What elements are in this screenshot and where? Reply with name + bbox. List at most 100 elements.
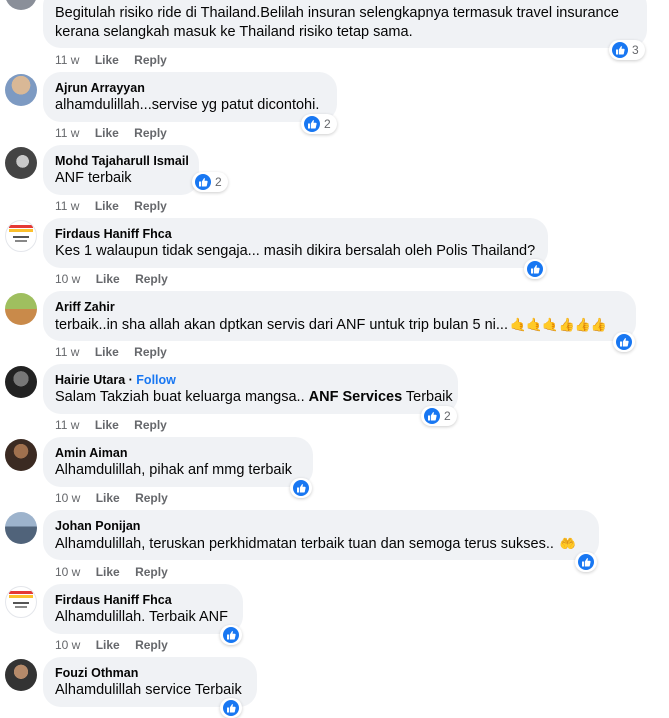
- logo-icon: [9, 591, 33, 608]
- reaction-summary[interactable]: 2: [301, 114, 337, 134]
- like-button[interactable]: Like: [96, 637, 120, 653]
- comment-bubble: Firdaus Haniff Fhca Alhamdulillah. Terba…: [43, 584, 243, 634]
- comment-text: Alhamdulillah, teruskan perkhidmatan ter…: [55, 536, 554, 552]
- timestamp[interactable]: 10 w: [55, 271, 80, 287]
- comment-text-row: Alhamdulillah, teruskan perkhidmatan ter…: [55, 534, 587, 554]
- avatar[interactable]: [5, 586, 37, 618]
- reaction-summary[interactable]: [613, 332, 635, 352]
- timestamp[interactable]: 10 w: [55, 490, 80, 506]
- like-reaction-icon: [612, 42, 628, 58]
- reaction-summary[interactable]: 2: [421, 406, 457, 426]
- comment-meta: 11 w Like Reply: [55, 417, 167, 433]
- reaction-summary[interactable]: [524, 259, 546, 279]
- reply-button[interactable]: Reply: [134, 344, 167, 360]
- comment-text: Alhamdulillah, pihak anf mmg terbaik: [55, 462, 292, 478]
- avatar[interactable]: [5, 439, 37, 471]
- mention-link[interactable]: ANF Services: [309, 389, 403, 405]
- like-button[interactable]: Like: [95, 417, 119, 433]
- comment-text: Salam Takziah buat keluarga mangsa..: [55, 389, 309, 405]
- avatar[interactable]: [5, 293, 37, 325]
- reaction-summary[interactable]: 2: [192, 172, 228, 192]
- avatar[interactable]: [5, 512, 37, 544]
- commenter-name[interactable]: Hairie Utara: [55, 373, 125, 387]
- commenter-name[interactable]: Ariff Zahir: [55, 299, 624, 315]
- comment-meta: 11 w Like Reply: [55, 344, 167, 360]
- name-row: Hairie Utara · Follow: [55, 373, 176, 387]
- comment-bubble: Ariff Zahir terbaik..in sha allah akan d…: [43, 291, 636, 341]
- timestamp[interactable]: 11 w: [55, 52, 79, 68]
- like-button[interactable]: Like: [96, 564, 120, 580]
- timestamp[interactable]: 11 w: [55, 417, 79, 433]
- commenter-name[interactable]: Fouzi Othman: [55, 665, 245, 681]
- comment-meta: 11 w Like Reply: [55, 52, 167, 68]
- like-reaction-icon: [578, 554, 594, 570]
- comment-bubble: Firdaus Haniff Fhca Kes 1 walaupun tidak…: [43, 218, 548, 268]
- avatar[interactable]: [5, 220, 37, 252]
- comment-text: Kes 1 walaupun tidak sengaja... masih di…: [55, 243, 536, 259]
- commenter-name[interactable]: Mohd Tajaharull Ismail: [55, 153, 189, 169]
- reaction-count: 2: [215, 175, 222, 189]
- avatar[interactable]: [5, 366, 37, 398]
- avatar[interactable]: [5, 0, 37, 10]
- comment-text: Alhamdulillah. Terbaik ANF: [55, 609, 229, 625]
- avatar[interactable]: [5, 74, 37, 106]
- reply-button[interactable]: Reply: [134, 417, 167, 433]
- like-reaction-icon: [616, 334, 632, 350]
- logo-icon: [9, 225, 33, 242]
- timestamp[interactable]: 11 w: [55, 344, 79, 360]
- reply-button[interactable]: Reply: [135, 637, 168, 653]
- timestamp[interactable]: 11 w: [55, 198, 79, 214]
- like-reaction-icon: [223, 627, 239, 643]
- comment-text: Alhamdulillah service Terbaik: [55, 682, 242, 698]
- reaction-summary[interactable]: [575, 552, 597, 572]
- comment-meta: 10 w Like Reply: [55, 564, 168, 580]
- commenter-name[interactable]: Ajrun Arrayyan: [55, 80, 325, 96]
- emoji-sequence: 🤙🤙🤙👍👍👍: [509, 317, 608, 332]
- timestamp[interactable]: 11 w: [55, 125, 79, 141]
- commenter-name[interactable]: Johan Ponijan: [55, 518, 587, 534]
- reaction-summary[interactable]: [220, 625, 242, 645]
- commenter-name[interactable]: Amin Aiman: [55, 445, 301, 461]
- reply-button[interactable]: Reply: [135, 564, 168, 580]
- like-button[interactable]: Like: [95, 125, 119, 141]
- like-button[interactable]: Like: [95, 344, 119, 360]
- comment-meta: 11 w Like Reply: [55, 125, 167, 141]
- comment-bubble: Johan Ponijan Alhamdulillah, teruskan pe…: [43, 510, 599, 560]
- comment-meta: 10 w Like Reply: [55, 637, 168, 653]
- follow-button[interactable]: Follow: [136, 373, 176, 387]
- like-button[interactable]: Like: [95, 198, 119, 214]
- emoji-sequence: 🤲: [559, 536, 577, 551]
- timestamp[interactable]: 10 w: [55, 564, 80, 580]
- reply-button[interactable]: Reply: [134, 52, 167, 68]
- reaction-summary[interactable]: 3: [609, 40, 645, 60]
- like-button[interactable]: Like: [96, 271, 120, 287]
- reaction-count: 2: [444, 409, 451, 423]
- like-reaction-icon: [223, 700, 239, 716]
- comment-meta: 10 w Like Reply: [55, 490, 168, 506]
- reaction-count: 2: [324, 117, 331, 131]
- like-button[interactable]: Like: [95, 52, 119, 68]
- comment-text-row: terbaik..in sha allah akan dptkan servis…: [55, 315, 624, 335]
- reaction-summary[interactable]: [290, 478, 312, 498]
- reaction-summary[interactable]: [220, 698, 242, 718]
- comment-bubble: Ajrun Arrayyan alhamdulillah...servise y…: [43, 72, 337, 122]
- comment-bubble: Begitulah risiko ride di Thailand.Belila…: [43, 0, 647, 48]
- comment-text: Begitulah risiko ride di Thailand.Belila…: [55, 5, 619, 21]
- like-reaction-icon: [195, 174, 211, 190]
- reply-button[interactable]: Reply: [134, 125, 167, 141]
- reply-button[interactable]: Reply: [135, 490, 168, 506]
- comment-text-line-2: kerana selangkah masuk ke Thailand risik…: [55, 24, 413, 40]
- comment-bubble: Amin Aiman Alhamdulillah, pihak anf mmg …: [43, 437, 313, 487]
- comment-text: alhamdulillah...servise yg patut diconto…: [55, 97, 320, 113]
- comment-meta: 10 w Like Reply: [55, 271, 168, 287]
- commenter-name[interactable]: Firdaus Haniff Fhca: [55, 226, 536, 242]
- avatar[interactable]: [5, 147, 37, 179]
- reply-button[interactable]: Reply: [135, 271, 168, 287]
- timestamp[interactable]: 10 w: [55, 637, 80, 653]
- comment-text: ANF terbaik: [55, 170, 132, 186]
- like-button[interactable]: Like: [96, 490, 120, 506]
- commenter-name[interactable]: Firdaus Haniff Fhca: [55, 592, 231, 608]
- reply-button[interactable]: Reply: [134, 198, 167, 214]
- like-reaction-icon: [424, 408, 440, 424]
- avatar[interactable]: [5, 659, 37, 691]
